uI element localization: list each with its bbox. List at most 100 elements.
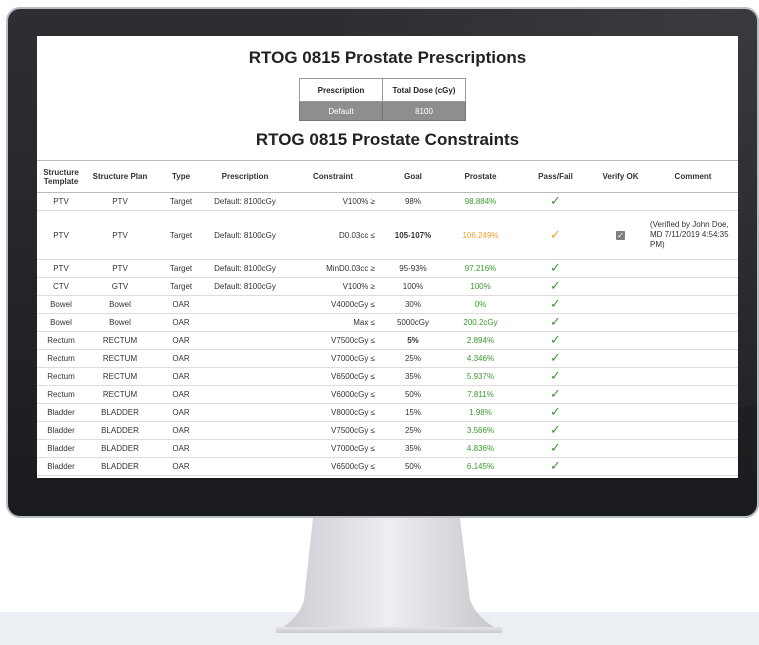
structure-plan-cell: Bowel xyxy=(85,295,155,314)
prescription-cell xyxy=(207,403,283,422)
verify-ok-cell xyxy=(593,349,648,368)
check-icon: ✓ xyxy=(550,278,561,293)
check-icon: ✓ xyxy=(550,458,561,473)
constraint-cell: V6500cGy ≤ xyxy=(283,457,383,476)
constraint-cell: V7500cGy ≤ xyxy=(283,421,383,440)
pass-fail-cell: ✓ xyxy=(518,192,593,211)
col-type: Type xyxy=(155,160,207,193)
table-row[interactable]: Rectum RECTUM OAR V7000cGy ≤25% 4.346% ✓ xyxy=(37,349,738,368)
check-icon: ✓ xyxy=(550,260,561,275)
app-screen: RTOG 0815 Prostate Prescriptions Prescri… xyxy=(37,36,738,478)
constraint-cell: V7000cGy ≤ xyxy=(283,439,383,458)
table-row[interactable]: Bladder BLADDER OAR V7000cGy ≤35% 4.836% ✓ xyxy=(37,439,738,458)
structure-template-cell: PTV xyxy=(37,259,85,278)
verify-ok-cell xyxy=(593,192,648,211)
prescriptions-title: RTOG 0815 Prostate Prescriptions xyxy=(248,48,527,67)
comment-cell xyxy=(648,475,738,478)
verify-ok-cell xyxy=(593,295,648,314)
verify-ok-cell xyxy=(593,277,648,296)
prostate-value-cell: 5.937% xyxy=(443,367,518,386)
goal-cell: 105-107% xyxy=(383,210,443,260)
structure-template-cell: Rectum xyxy=(37,331,85,350)
pass-fail-cell: ✓ xyxy=(518,403,593,422)
prescription-dose: 8100 xyxy=(382,101,466,121)
structure-plan-cell: GTV xyxy=(85,277,155,296)
table-row[interactable]: PTV PTV Target Default: 8100cGy D0.03cc ≤105… xyxy=(37,210,738,260)
table-row[interactable]: Femur RFEMUR_RTOAR Max ≤5000cGy2610.2cGy ✓ xyxy=(37,475,738,478)
table-row[interactable]: PTV PTV Target Default: 8100cGy MinD0.03cc ≥… xyxy=(37,259,738,278)
check-icon: ✓ xyxy=(550,226,561,242)
constraint-cell: V100% ≥ xyxy=(283,277,383,296)
comment-cell xyxy=(648,277,738,296)
verify-ok-cell xyxy=(593,439,648,458)
prostate-value-cell: 106.249% xyxy=(443,210,518,260)
check-icon: ✓ xyxy=(550,368,561,383)
structure-plan-cell: PTV xyxy=(85,192,155,211)
pass-fail-cell: ✓ xyxy=(518,295,593,314)
verify-ok-cell xyxy=(593,259,648,278)
prescription-cell xyxy=(207,475,283,478)
structure-plan-cell: PTV xyxy=(85,210,155,260)
type-cell: OAR xyxy=(155,475,207,478)
prostate-value-cell: 2610.2cGy xyxy=(443,475,518,478)
type-cell: OAR xyxy=(155,457,207,476)
verify-ok-cell xyxy=(593,313,648,332)
structure-plan-cell: BLADDER xyxy=(85,457,155,476)
type-cell: Target xyxy=(155,210,207,260)
verify-ok-cell xyxy=(593,403,648,422)
constraints-body: PTV PTV Target Default: 8100cGy V100% ≥98% 98… xyxy=(37,192,738,478)
check-icon: ✓ xyxy=(550,476,561,478)
table-row[interactable]: Rectum RECTUM OAR V7500cGy ≤5% 2.894% ✓ xyxy=(37,331,738,350)
table-row[interactable]: CTV GTV Target Default: 8100cGy V100% ≥100% 1… xyxy=(37,277,738,296)
table-row[interactable]: Rectum RECTUM OAR V6500cGy ≤35% 5.937% ✓ xyxy=(37,367,738,386)
prescription-cell xyxy=(207,313,283,332)
constraint-cell: Max ≤ xyxy=(283,313,383,332)
check-icon: ✓ xyxy=(550,296,561,311)
check-icon: ✓ xyxy=(550,193,561,208)
type-cell: OAR xyxy=(155,421,207,440)
structure-plan-cell: RECTUM xyxy=(85,385,155,404)
goal-cell: 25% xyxy=(383,349,443,368)
col-goal: Goal xyxy=(383,160,443,193)
checkbox-checked-icon[interactable]: ✓ xyxy=(616,230,625,240)
pass-fail-cell: ✓ xyxy=(518,421,593,440)
prescription-cell: Default: 8100cGy xyxy=(207,192,283,211)
table-row[interactable]: Bowel Bowel OAR Max ≤5000cGy 200.2cGy ✓ xyxy=(37,313,738,332)
col-structure-plan: Structure Plan xyxy=(85,160,155,193)
comment-cell xyxy=(648,385,738,404)
prescription-cell xyxy=(207,457,283,476)
constraint-cell: V4000cGy ≤ xyxy=(283,295,383,314)
structure-template-cell: Rectum xyxy=(37,367,85,386)
table-row[interactable]: Rectum RECTUM OAR V6000cGy ≤50% 7.811% ✓ xyxy=(37,385,738,404)
prescription-cell xyxy=(207,295,283,314)
constraint-cell: V6000cGy ≤ xyxy=(283,385,383,404)
pass-fail-cell: ✓ xyxy=(518,277,593,296)
col-comment: Comment xyxy=(648,160,738,193)
table-row[interactable]: PTV PTV Target Default: 8100cGy V100% ≥98% 98… xyxy=(37,192,738,211)
table-row[interactable]: Bladder BLADDER OAR V8000cGy ≤15% 1.98% ✓ xyxy=(37,403,738,422)
structure-plan-cell: FEMUR_RT xyxy=(85,475,155,478)
table-row[interactable]: Bowel Bowel OAR V4000cGy ≤30% 0% ✓ xyxy=(37,295,738,314)
structure-template-cell: PTV xyxy=(37,192,85,211)
prostate-value-cell: 6.145% xyxy=(443,457,518,476)
prescription-cell: Default: 8100cGy xyxy=(207,210,283,260)
prescription-cell xyxy=(207,385,283,404)
structure-plan-cell: BLADDER xyxy=(85,439,155,458)
goal-cell: 30% xyxy=(383,295,443,314)
type-cell: Target xyxy=(155,192,207,211)
comment-cell xyxy=(648,439,738,458)
prescription-row[interactable]: Default 8100 xyxy=(299,101,466,121)
constraints-title: RTOG 0815 Prostate Constraints xyxy=(255,130,520,149)
prostate-value-cell: 0% xyxy=(443,295,518,314)
constraint-cell: V7500cGy ≤ xyxy=(283,331,383,350)
comment-cell xyxy=(648,331,738,350)
table-row[interactable]: Bladder BLADDER OAR V6500cGy ≤50% 6.145% ✓ xyxy=(37,457,738,476)
table-row[interactable]: Bladder BLADDER OAR V7500cGy ≤25% 3.566% ✓ xyxy=(37,421,738,440)
pass-fail-cell: ✓ xyxy=(518,331,593,350)
constraint-cell: V6500cGy ≤ xyxy=(283,367,383,386)
col-prescription: Prescription xyxy=(207,160,283,193)
col-structure-template: Structure Template xyxy=(37,160,85,193)
check-icon: ✓ xyxy=(550,350,561,365)
check-icon: ✓ xyxy=(550,314,561,329)
structure-template-cell: Rectum xyxy=(37,349,85,368)
